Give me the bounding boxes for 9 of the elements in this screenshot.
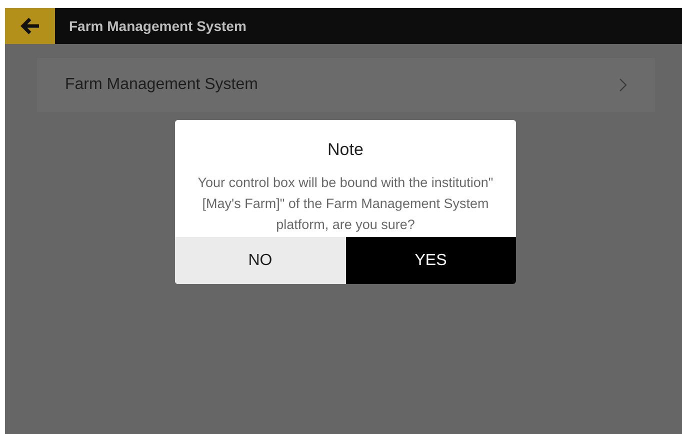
header-title: Farm Management System <box>69 18 246 34</box>
dialog-message: Your control box will be bound with the institution" [May's Farm]" of the Farm Management System platform, are you sure? <box>197 174 494 234</box>
yes-button[interactable]: YES <box>346 237 516 284</box>
list-item-label: Farm Management System <box>65 76 258 94</box>
chevron-right-icon <box>619 78 627 92</box>
dialog-title: Note <box>328 140 364 160</box>
no-button[interactable]: NO <box>175 237 346 284</box>
back-arrow-icon <box>20 17 40 35</box>
back-button[interactable] <box>5 8 55 44</box>
